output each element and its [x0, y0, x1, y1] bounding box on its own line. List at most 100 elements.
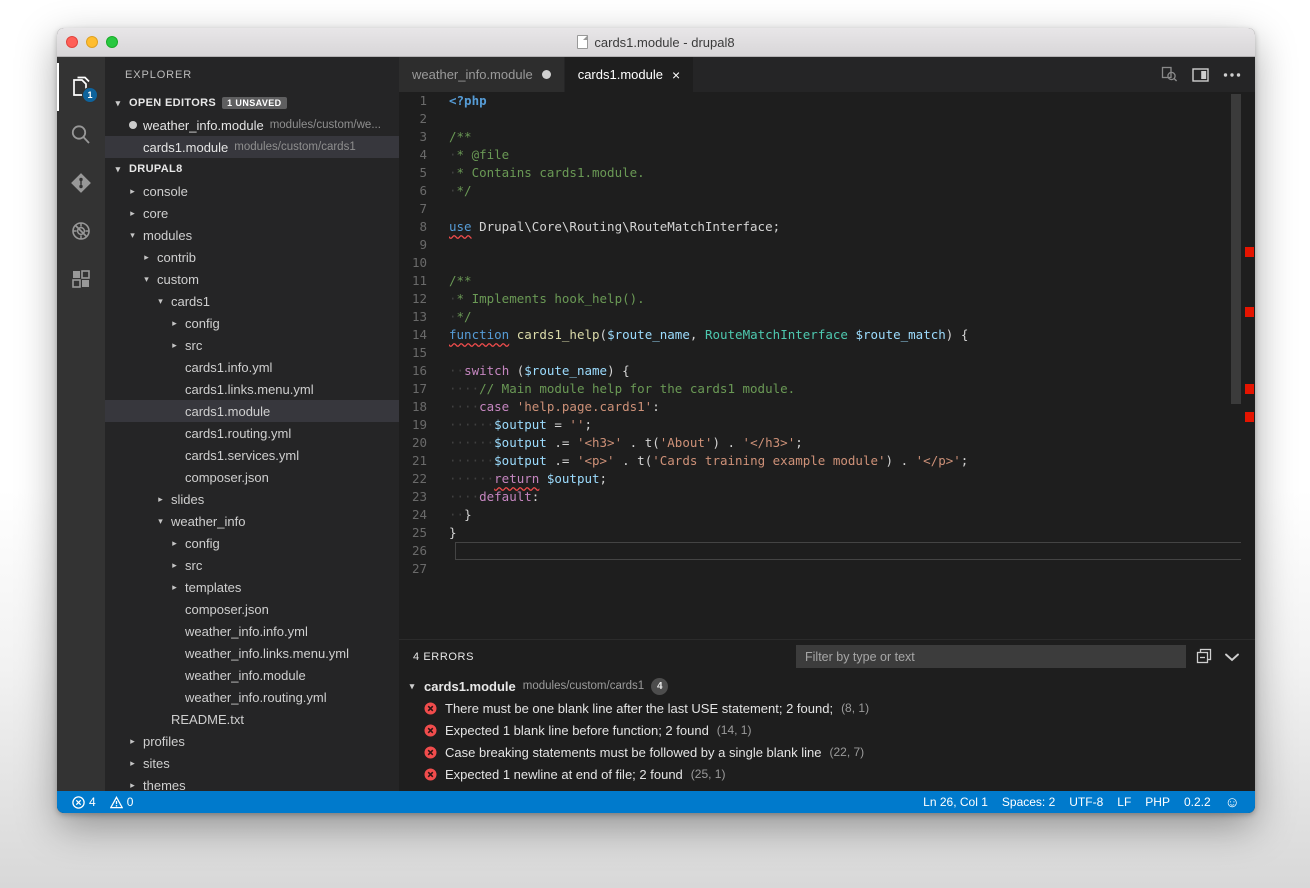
tree-item-templates[interactable]: ▸ templates	[105, 576, 399, 598]
tree-item-cards1-links-menu-yml[interactable]: ▸cards1.links.menu.yml	[105, 378, 399, 400]
tree-item-label: config	[185, 315, 220, 331]
open-editor-item[interactable]: weather_info.module modules/custom/we...	[105, 114, 399, 136]
chevron-right-icon: ▸	[158, 493, 163, 504]
problem-row[interactable]: Expected 1 blank line before function; 2…	[399, 719, 1255, 741]
activity-bar-item-debug[interactable]	[57, 207, 105, 255]
unsaved-badge: 1 UNSAVED	[222, 97, 287, 109]
tree-item-composer-json[interactable]: ▸composer.json	[105, 598, 399, 620]
activity-bar-item-search[interactable]	[57, 111, 105, 159]
tree-item-core[interactable]: ▸ core	[105, 202, 399, 224]
status-errors[interactable]: 4	[65, 791, 103, 813]
status-indentation[interactable]: Spaces: 2	[995, 791, 1062, 813]
overview-ruler-error-mark[interactable]	[1245, 307, 1254, 317]
tree-item-config[interactable]: ▸ config	[105, 312, 399, 334]
code-line-text: /**	[449, 273, 472, 288]
tree-item-weather-info-links-menu-yml[interactable]: ▸weather_info.links.menu.yml	[105, 642, 399, 664]
editor-tab[interactable]: weather_info.module	[399, 57, 565, 92]
tree-item-cards1-info-yml[interactable]: ▸cards1.info.yml	[105, 356, 399, 378]
line-number: 19	[411, 417, 427, 432]
tree-item-label: custom	[157, 271, 199, 287]
tree-item-src[interactable]: ▸ src	[105, 334, 399, 356]
editor-scrollbar[interactable]	[1231, 92, 1241, 639]
line-number: 14	[411, 327, 427, 342]
status-cursor-position-label: Ln 26, Col 1	[923, 795, 988, 809]
problem-row[interactable]: Expected 1 newline at end of file; 2 fou…	[399, 763, 1255, 785]
tree-item-sites[interactable]: ▸ sites	[105, 752, 399, 774]
status-language-mode[interactable]: PHP	[1138, 791, 1177, 813]
tree-item-cards1-routing-yml[interactable]: ▸cards1.routing.yml	[105, 422, 399, 444]
tree-item-cards1-services-yml[interactable]: ▸cards1.services.yml	[105, 444, 399, 466]
tab-close-icon[interactable]: ×	[672, 68, 680, 82]
problem-row[interactable]: Case breaking statements must be followe…	[399, 741, 1255, 763]
editor-scrollbar-thumb[interactable]	[1231, 94, 1241, 404]
more-actions-icon[interactable]	[1223, 72, 1241, 78]
open-editor-item[interactable]: cards1.module modules/custom/cards1	[105, 136, 399, 158]
tree-item-themes[interactable]: ▸ themes	[105, 774, 399, 792]
tree-item-console[interactable]: ▸ console	[105, 180, 399, 202]
code-line: 24 ··}	[399, 506, 1255, 524]
tree-item-label: console	[143, 183, 188, 199]
minimize-window-button[interactable]	[86, 36, 98, 48]
code-line: 20 ······$output .= '<h3>' . t('About') .…	[399, 434, 1255, 452]
editor-tabs-list: weather_info.module cards1.module ×	[399, 57, 695, 92]
tree-item-slides[interactable]: ▸ slides	[105, 488, 399, 510]
tree-item-profiles[interactable]: ▸ profiles	[105, 730, 399, 752]
tree-item-src[interactable]: ▸ src	[105, 554, 399, 576]
overview-ruler[interactable]	[1241, 92, 1255, 639]
open-changes-icon[interactable]	[1161, 66, 1178, 83]
tree-item-label: weather_info.info.yml	[185, 623, 308, 639]
line-number: 18	[411, 399, 427, 414]
code-line: 12 ·* Implements hook_help().	[399, 290, 1255, 308]
tree-item-modules[interactable]: ▾ modules	[105, 224, 399, 246]
tree-item-composer-json[interactable]: ▸composer.json	[105, 466, 399, 488]
problem-row[interactable]: There must be one blank line after the l…	[399, 697, 1255, 719]
tree-item-custom[interactable]: ▾ custom	[105, 268, 399, 290]
status-warnings[interactable]: 0	[103, 791, 141, 813]
activity-bar-item-source-control[interactable]	[57, 159, 105, 207]
tree-item-config[interactable]: ▸ config	[105, 532, 399, 554]
code-line-text: function cards1_help($route_name, RouteM…	[449, 327, 969, 342]
tree-item-weather-info-routing-yml[interactable]: ▸weather_info.routing.yml	[105, 686, 399, 708]
zoom-window-button[interactable]	[106, 36, 118, 48]
code-editor[interactable]: 1 <?php 2 3/** 4 ·* @file 5 ·* Contains cards1.…	[399, 92, 1255, 639]
status-feedback-smiley[interactable]: ☺	[1218, 791, 1247, 813]
problems-panel-header: 4 ERRORS	[399, 640, 1255, 673]
tree-item-cards1[interactable]: ▾ cards1	[105, 290, 399, 312]
tree-item-contrib[interactable]: ▸ contrib	[105, 246, 399, 268]
tree-item-readme-txt[interactable]: ▸README.txt	[105, 708, 399, 730]
close-panel-icon[interactable]	[1223, 651, 1241, 663]
tree-item-cards1-module[interactable]: ▸cards1.module	[105, 400, 399, 422]
activity-bar-item-extensions[interactable]	[57, 255, 105, 303]
status-cursor-position[interactable]: Ln 26, Col 1	[916, 791, 995, 813]
code-line-text: ··}	[449, 507, 472, 522]
open-editor-path: modules/custom/we...	[269, 119, 381, 131]
editor-tab[interactable]: cards1.module ×	[564, 57, 695, 92]
status-encoding[interactable]: UTF-8	[1062, 791, 1110, 813]
status-indentation-label: Spaces: 2	[1001, 795, 1056, 809]
open-editors-header[interactable]: ▾ OPEN EDITORS 1 UNSAVED	[105, 92, 399, 114]
tree-item-weather-info[interactable]: ▾ weather_info	[105, 510, 399, 532]
overview-ruler-error-mark[interactable]	[1245, 247, 1254, 257]
tree-item-label: themes	[143, 777, 186, 792]
split-editor-icon[interactable]	[1192, 67, 1209, 83]
problem-position: (22, 7)	[829, 745, 865, 759]
activity-bar-item-explorer[interactable]: 1	[57, 63, 105, 111]
code-line: 11 /**	[399, 272, 1255, 290]
problems-file-group[interactable]: ▾ cards1.module modules/custom/cards1 4	[399, 675, 1255, 697]
status-eol[interactable]: LF	[1110, 791, 1138, 813]
status-version[interactable]: 0.2.2	[1177, 791, 1218, 813]
line-number: 21	[411, 453, 427, 468]
code-line: 5 ·* Contains cards1.module.	[399, 164, 1255, 182]
overview-ruler-error-mark[interactable]	[1245, 384, 1254, 394]
tree-item-weather-info-info-yml[interactable]: ▸weather_info.info.yml	[105, 620, 399, 642]
folder-header[interactable]: ▾ DRUPAL8	[105, 158, 399, 180]
collapse-all-icon[interactable]	[1196, 648, 1213, 665]
line-number: 11	[411, 273, 427, 288]
code-line: 7	[399, 200, 1255, 218]
tree-item-weather-info-module[interactable]: ▸weather_info.module	[105, 664, 399, 686]
error-icon	[424, 746, 437, 758]
overview-ruler-error-mark[interactable]	[1245, 412, 1254, 422]
problems-filter-input[interactable]	[796, 645, 1186, 668]
tab-dirty-indicator-icon[interactable]	[541, 70, 551, 79]
close-window-button[interactable]	[66, 36, 78, 48]
